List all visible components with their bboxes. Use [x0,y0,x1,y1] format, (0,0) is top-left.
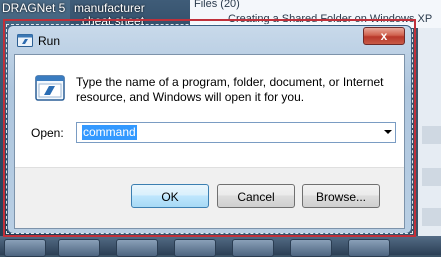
background-explorer-strip [418,28,441,238]
run-program-icon [35,75,65,101]
taskbar-button[interactable] [58,239,100,257]
desktop-icon-label[interactable]: DRAGNet 5 [2,1,65,15]
background-cell [422,208,441,226]
background-cell [422,126,441,144]
dialog-description: Type the name of a program, folder, docu… [76,75,384,104]
taskbar-button[interactable] [232,239,274,257]
taskbar-button[interactable] [116,239,158,257]
close-button[interactable]: x [363,27,405,45]
background-cell [422,168,441,186]
run-icon [17,34,33,47]
taskbar-button[interactable] [4,239,46,257]
open-combobox[interactable]: command [76,122,396,143]
cancel-button[interactable]: Cancel [217,184,295,208]
browse-button[interactable]: Browse... [302,184,380,208]
taskbar-button[interactable] [290,239,332,257]
open-input-value[interactable]: command [82,125,137,140]
taskbar-button[interactable] [174,239,216,257]
taskbar-button[interactable] [348,239,390,257]
run-dialog: Run x Type the name of a program, folder… [7,25,412,234]
dialog-title: Run [38,34,61,48]
title-bar[interactable]: Run x [8,26,411,54]
dialog-body: Type the name of a program, folder, docu… [14,54,405,229]
desktop-icon-label[interactable]: manufacturer [74,1,145,15]
ok-button[interactable]: OK [131,184,209,208]
open-label: Open: [31,126,64,140]
close-icon: x [380,29,388,43]
background-group-header: Files (20) [194,0,240,10]
chevron-down-icon[interactable] [384,130,392,134]
